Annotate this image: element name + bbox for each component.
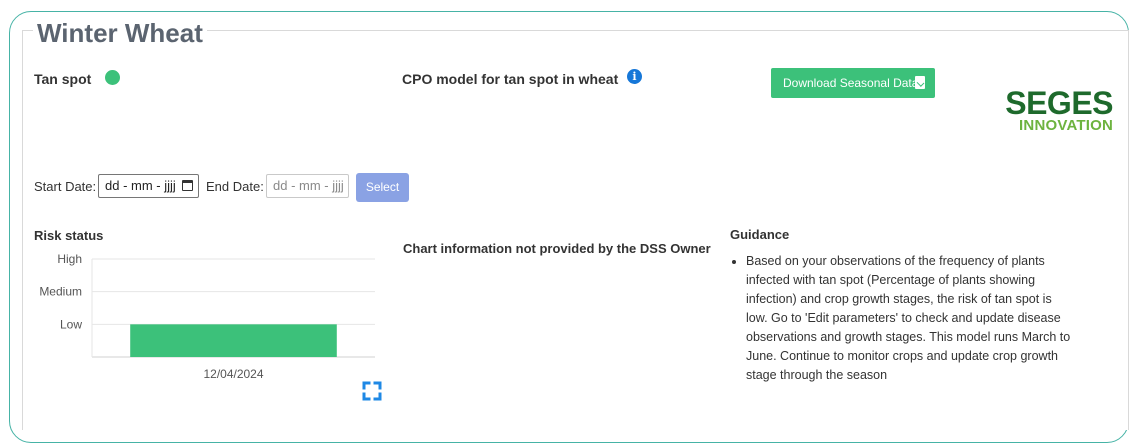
end-date-input[interactable]: dd - mm - jjjj <box>266 174 349 198</box>
download-seasonal-data-button[interactable]: Download Seasonal Data <box>771 68 935 98</box>
risk-status-heading: Risk status <box>34 228 104 243</box>
page-title: Winter Wheat <box>33 17 207 49</box>
info-icon[interactable]: i <box>627 69 642 84</box>
guidance-heading: Guidance <box>730 227 790 242</box>
chart-info-message: Chart information not provided by the DS… <box>403 241 711 256</box>
model-title: CPO model for tan spot in wheat <box>402 71 619 87</box>
logo-line-2: INNOVATION <box>1019 117 1113 134</box>
file-download-icon <box>915 76 925 89</box>
seges-logo: SEGES INNOVATION <box>1003 85 1113 134</box>
download-button-label: Download Seasonal Data <box>783 76 919 90</box>
start-date-value: dd - mm - jjjj <box>105 178 176 193</box>
start-date-label: Start Date: <box>34 179 97 194</box>
end-date-value: dd - mm - jjjj <box>273 178 344 193</box>
expand-icon[interactable] <box>362 381 382 401</box>
select-button[interactable]: Select <box>356 173 409 202</box>
calendar-icon[interactable] <box>182 180 193 191</box>
risk-status-chart: Low Medium High 12/04/2024 <box>39 252 375 381</box>
disease-name: Tan spot <box>34 71 92 87</box>
bar[interactable] <box>130 324 337 357</box>
guidance-list: Based on your observations of the freque… <box>733 252 1076 385</box>
guidance-item: Based on your observations of the freque… <box>746 252 1076 385</box>
start-date-input[interactable]: dd - mm - jjjj <box>98 174 199 198</box>
y-tick-label: Low <box>60 317 82 331</box>
x-tick-label: 12/04/2024 <box>203 367 263 381</box>
y-tick-label: High <box>57 252 82 266</box>
risk-status-dot <box>105 70 120 85</box>
logo-line-1: SEGES <box>1005 85 1113 121</box>
y-tick-label: Medium <box>39 285 82 299</box>
end-date-label: End Date: <box>206 179 264 194</box>
